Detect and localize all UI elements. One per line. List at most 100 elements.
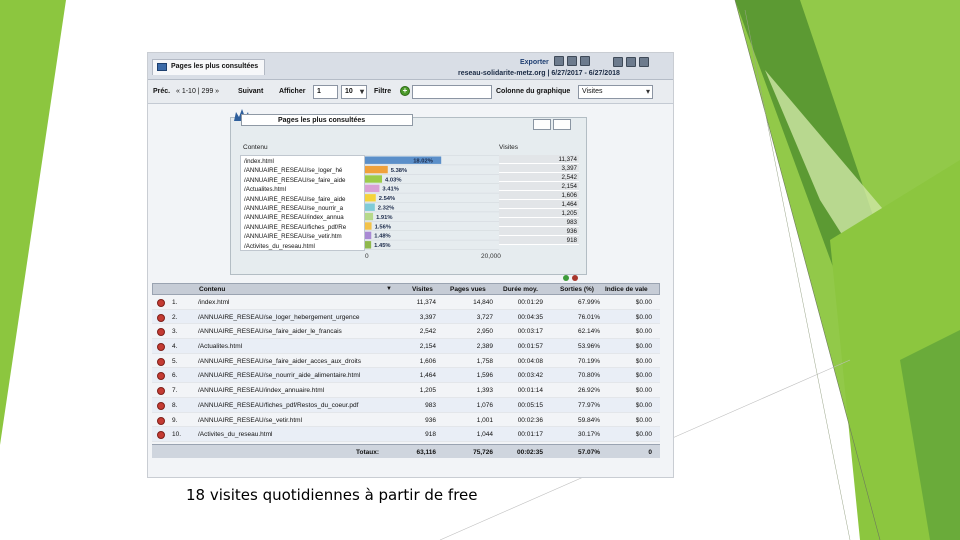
chart-menu-icon[interactable] <box>533 119 551 130</box>
row-action-icon[interactable] <box>157 387 165 396</box>
row-index: 7. <box>172 387 178 395</box>
row-action-icon[interactable] <box>157 401 165 410</box>
row-visits: 936 <box>425 416 436 424</box>
table-row[interactable]: 2. /ANNUAIRE_RESEAU/se_loger_hebergement_… <box>152 309 660 325</box>
export-xml-icon[interactable] <box>567 56 577 66</box>
chart-percent-label: 1.48% <box>374 234 390 240</box>
chart-bar[interactable] <box>365 241 372 249</box>
chart-bar[interactable] <box>365 165 388 174</box>
chart-category-labels: /index.html/ANNUAIRE_RESEAU/se_loger_hé /… <box>240 155 365 251</box>
totals-duration: 00:02:35 <box>516 448 543 456</box>
chart-value-label: 2,542 <box>499 173 579 182</box>
row-action-icon[interactable] <box>157 431 165 440</box>
email-icon[interactable] <box>626 57 636 67</box>
chart-category-label: /Actualites.html <box>244 186 286 194</box>
chart-bar[interactable] <box>365 222 372 230</box>
chart-mode-dot-red[interactable] <box>572 275 578 281</box>
chart-category-label: /index.html <box>244 158 274 165</box>
row-action-icon[interactable] <box>157 299 165 307</box>
row-pageviews: 14,840 <box>473 299 493 306</box>
chart-bars: 18.02% 5.38% 4.03% 3.41% 2.54% 2.32% 1.91% 1.56… <box>365 155 499 250</box>
print-icon[interactable] <box>613 57 623 67</box>
col-header-exits[interactable]: Sorties (%) <box>560 286 594 293</box>
chart-bar[interactable] <box>365 212 374 221</box>
row-content-link[interactable]: /index.html <box>198 299 381 306</box>
table-row[interactable]: 5. /ANNUAIRE_RESEAU/se_faire_aider_acces_… <box>152 354 660 369</box>
chart-category-label: /ANNUAIRE_RESEAU/se_loger_hé <box>244 167 343 175</box>
analytics-screenshot: Pages les plus consultées Exporter resea… <box>147 52 674 478</box>
table-row[interactable]: 4. /Actualites.html 2,154 2,389 00:01:57 53.9… <box>152 339 660 354</box>
row-content-link[interactable]: /ANNUAIRE_RESEAU/se_faire_aider_acces_au… <box>198 358 381 365</box>
export-pdf-icon[interactable] <box>554 56 564 66</box>
row-content-link[interactable]: /ANNUAIRE_RESEAU/index_annuaire.html <box>198 387 381 394</box>
row-action-icon[interactable] <box>157 343 165 352</box>
row-pageviews: 1,393 <box>476 387 493 395</box>
tab-top-pages[interactable]: Pages les plus consultées <box>152 59 266 75</box>
row-value: $0.00 <box>635 328 652 336</box>
chart-percent-label: 2.32% <box>378 206 394 212</box>
table-row[interactable]: 6. /ANNUAIRE_RESEAU/se_nourrir_aide_alime… <box>152 368 660 384</box>
col-header-content[interactable]: Contenu <box>199 286 225 293</box>
row-value: $0.00 <box>635 343 652 351</box>
totals-visits: 63,116 <box>416 448 436 456</box>
table-row[interactable]: 9. /ANNUAIRE_RESEAU/se_vetir.html 936 1,001… <box>152 413 660 428</box>
export-csv-icon[interactable] <box>580 56 590 66</box>
export-label[interactable]: Exporter <box>520 59 549 66</box>
row-pageviews: 1,758 <box>476 357 493 365</box>
page-input[interactable]: 1 <box>313 85 338 99</box>
chart-bar[interactable] <box>365 203 375 211</box>
row-duration: 00:03:42 <box>517 372 543 380</box>
table-header: Contenu ▼ Visites Pages vues Durée moy. … <box>152 283 660 295</box>
table-row[interactable]: 10. /Activites_du_reseau.html 918 1,044 00:0… <box>152 427 660 442</box>
chart-bar[interactable] <box>365 175 383 183</box>
row-value: $0.00 <box>635 431 652 439</box>
row-exits: 62.14% <box>577 328 600 336</box>
row-action-icon[interactable] <box>157 357 165 366</box>
chart-bar[interactable] <box>365 231 372 240</box>
row-action-icon[interactable] <box>157 372 165 381</box>
report-toolbar: Pages les plus consultées Exporter resea… <box>148 53 673 80</box>
prev-link[interactable]: Préc. <box>153 88 170 95</box>
row-visits: 2,542 <box>419 328 436 336</box>
row-content-link[interactable]: /ANNUAIRE_RESEAU/fiches_pdf/Restos_du_co… <box>198 402 381 409</box>
col-header-pageviews[interactable]: Pages vues <box>450 286 486 293</box>
filter-go-icon[interactable]: + <box>400 86 410 96</box>
row-visits: 2,154 <box>419 343 436 351</box>
row-duration: 00:02:36 <box>517 416 543 424</box>
chart-bar[interactable] <box>365 184 380 193</box>
table-row[interactable]: 8. /ANNUAIRE_RESEAU/fiches_pdf/Restos_du_… <box>152 397 660 413</box>
row-content-link[interactable]: /Actualites.html <box>198 343 381 350</box>
col-header-value[interactable]: Indice de vale <box>605 286 648 293</box>
row-action-icon[interactable] <box>157 313 165 322</box>
chart-mode-dot-green[interactable] <box>563 275 569 281</box>
row-value: $0.00 <box>635 387 652 395</box>
row-action-icon[interactable] <box>157 328 165 337</box>
chart-percent-label: 4.03% <box>385 177 401 183</box>
table-row[interactable]: 3. /ANNUAIRE_RESEAU/se_faire_aider_le_fra… <box>152 324 660 340</box>
table-row[interactable]: 7. /ANNUAIRE_RESEAU/index_annuaire.html 1,… <box>152 383 660 398</box>
chart-percent-label: 1.56% <box>375 224 391 230</box>
filter-input[interactable] <box>412 85 492 99</box>
totals-exits: 57.07% <box>577 448 600 456</box>
table-icon <box>157 63 167 71</box>
chart-toggle-icon[interactable] <box>553 119 571 130</box>
sort-arrow-icon[interactable]: ▼ <box>386 286 392 292</box>
next-link[interactable]: Suivant <box>238 88 263 95</box>
col-header-visits[interactable]: Visites <box>412 286 433 293</box>
row-content-link[interactable]: /Activites_du_reseau.html <box>198 431 381 438</box>
row-action-icon[interactable] <box>157 416 165 425</box>
per-page-select[interactable]: 10 <box>341 85 367 99</box>
chart-percent-label: 18.02% <box>413 159 433 165</box>
row-content-link[interactable]: /ANNUAIRE_RESEAU/se_loger_hebergement_ur… <box>198 314 381 321</box>
row-content-link[interactable]: /ANNUAIRE_RESEAU/se_nourrir_aide_aliment… <box>198 372 381 379</box>
chart-category-label: /ANNUAIRE_RESEAU/se_vetir.htm <box>244 233 342 241</box>
dashboard-add-icon[interactable] <box>639 57 649 67</box>
chart-bar[interactable] <box>365 194 376 202</box>
col-header-duration[interactable]: Durée moy. <box>503 286 538 293</box>
chart-title: Pages les plus consultées <box>241 114 413 126</box>
row-content-link[interactable]: /ANNUAIRE_RESEAU/se_vetir.html <box>198 417 381 424</box>
data-table: Contenu ▼ Visites Pages vues Durée moy. … <box>152 283 660 458</box>
chart-column-select[interactable]: Visites <box>578 85 653 99</box>
row-content-link[interactable]: /ANNUAIRE_RESEAU/se_faire_aider_le_franc… <box>198 328 381 335</box>
table-row[interactable]: 1. /index.html 11,374 14,840 00:01:29 67.99% $… <box>152 295 660 310</box>
